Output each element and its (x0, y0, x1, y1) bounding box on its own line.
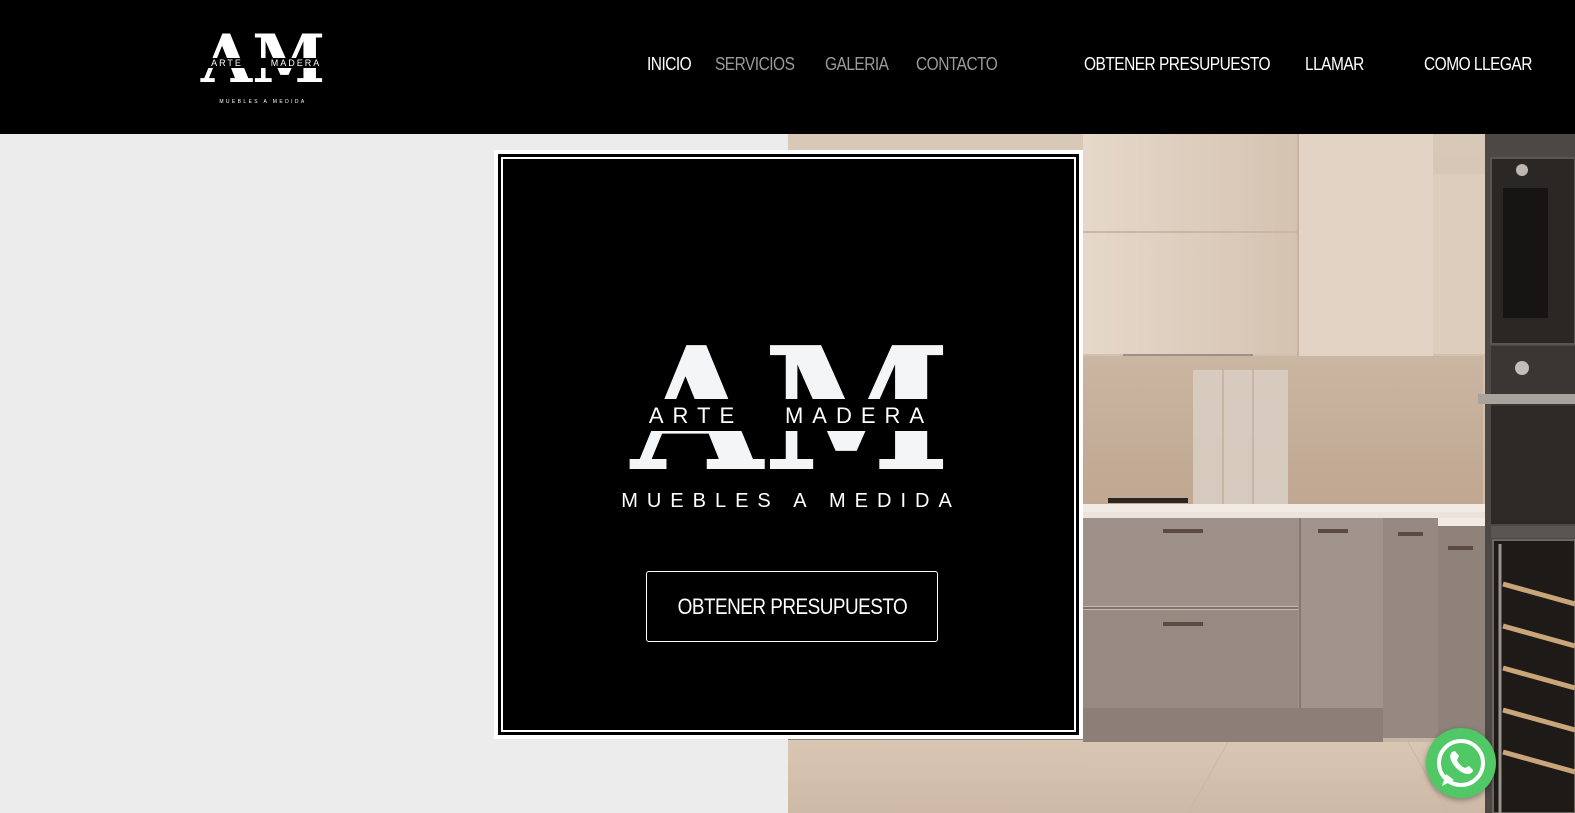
hero-quote-button[interactable]: OBTENER PRESUPUESTO (646, 571, 938, 642)
hero-logo-name-left: ARTE (649, 403, 743, 428)
whatsapp-button[interactable] (1426, 728, 1496, 798)
hero-logo-name-right: MADERA (785, 403, 933, 428)
logo-tagline: MUEBLES A MEDIDA (219, 99, 306, 105)
logo-name-right: MADERA (271, 58, 322, 68)
main-nav: INICIO SERVICIOS GALERIA CONTACTO (647, 54, 1027, 75)
nav-item-inicio[interactable]: INICIO (647, 54, 692, 75)
header-quote-button[interactable]: OBTENER PRESUPUESTO (1084, 54, 1271, 75)
nav-item-galeria[interactable]: GALERIA (825, 54, 889, 75)
nav-item-contacto[interactable]: CONTACTO (916, 54, 998, 75)
header-directions-button[interactable]: COMO LLEGAR (1424, 54, 1532, 75)
hero-quote-button-label: OBTENER PRESUPUESTO (677, 593, 907, 619)
whatsapp-icon (1437, 739, 1485, 787)
nav-item-servicios[interactable]: SERVICIOS (715, 54, 795, 75)
header-call-button[interactable]: LLAMAR (1305, 54, 1364, 75)
logo-name-left: ARTE (211, 58, 243, 68)
hero-card-inner: AM ARTE MADERA MUEBLES A MEDIDA OBTENER … (498, 154, 1079, 735)
hero-card: AM ARTE MADERA MUEBLES A MEDIDA OBTENER … (494, 150, 1083, 739)
hero-logo: AM ARTE MADERA MUEBLES A MEDIDA (621, 319, 961, 512)
site-header: AM ARTE MADERA MUEBLES A MEDIDA INICIO S… (0, 0, 1575, 134)
hero-logo-tagline: MUEBLES A MEDIDA (621, 490, 961, 512)
hero-card-border: AM ARTE MADERA MUEBLES A MEDIDA OBTENER … (501, 157, 1076, 732)
logo[interactable]: AM ARTE MADERA MUEBLES A MEDIDA (193, 24, 333, 106)
